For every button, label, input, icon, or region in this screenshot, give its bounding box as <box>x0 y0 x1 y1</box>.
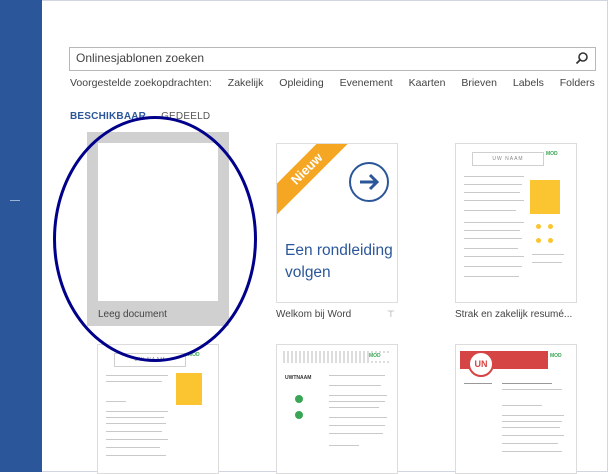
template-thumbnail-row2-2[interactable]: MOD UWTNAAM <box>276 344 398 474</box>
row2-3-logo: MOD <box>550 353 562 359</box>
annotation-ellipse <box>53 116 257 362</box>
suggested-searches: Voorgestelde zoekopdrachten: Zakelijk Op… <box>70 77 608 89</box>
suggestion-folders[interactable]: Folders <box>560 77 595 89</box>
template-thumbnail-row2-3[interactable]: UN MOD <box>455 344 577 474</box>
row2-2-logo: MOD <box>369 353 391 361</box>
suggested-searches-label: Voorgestelde zoekopdrachten: <box>70 77 212 89</box>
row2-2-name: UWTNAAM <box>285 375 312 381</box>
template-thumbnail-row2-1[interactable]: UW NAAM MOD <box>97 344 219 474</box>
new-badge: Nieuw <box>277 144 358 220</box>
suggestion-labels[interactable]: Labels <box>513 77 544 89</box>
template-search-box[interactable] <box>69 47 596 71</box>
tour-label: Welkom bij Word <box>276 309 352 320</box>
resume-yellow-block <box>530 180 560 214</box>
suggestion-kaarten[interactable]: Kaarten <box>409 77 446 89</box>
tour-title: Een rondleiding volgen <box>285 242 393 281</box>
search-input[interactable] <box>70 48 562 68</box>
backstage-sidebar <box>0 0 42 472</box>
suggestion-zakelijk[interactable]: Zakelijk <box>228 77 264 89</box>
row2-3-initials: UN <box>468 351 494 377</box>
pin-icon[interactable]: ⊤ <box>387 309 395 320</box>
resume-header: UW NAAM <box>472 152 544 166</box>
row2-1-yellow-block <box>176 373 202 405</box>
suggestion-evenement[interactable]: Evenement <box>340 77 393 89</box>
sidebar-marker <box>10 200 20 201</box>
search-icon[interactable] <box>575 51 589 65</box>
suggestion-opleiding[interactable]: Opleiding <box>279 77 323 89</box>
resume-logo: MOD <box>546 151 558 157</box>
suggestion-brieven[interactable]: Brieven <box>461 77 497 89</box>
arrow-right-icon <box>349 162 389 202</box>
resume-label: Strak en zakelijk resumé... <box>455 309 573 320</box>
resume-thumbnail[interactable]: UW NAAM MOD <box>455 143 577 303</box>
tour-thumbnail[interactable]: Nieuw Een rondleiding volgen <box>276 143 398 303</box>
